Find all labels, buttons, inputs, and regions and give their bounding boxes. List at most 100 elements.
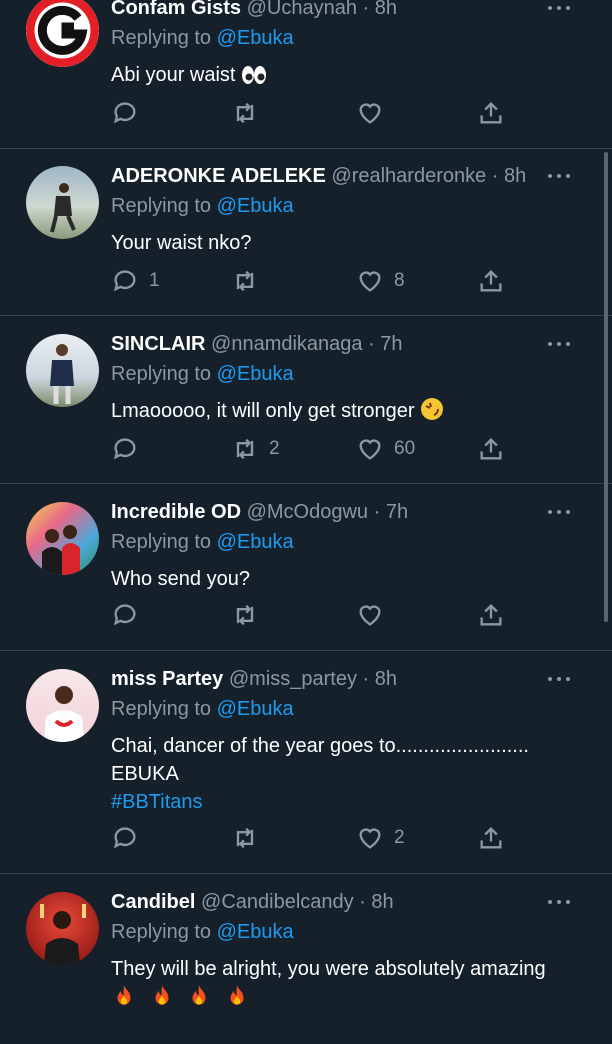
reply-icon — [113, 270, 136, 292]
avatar[interactable] — [26, 502, 99, 575]
tweet-header: Confam Gists @Uchaynah · 8h — [111, 0, 552, 25]
tweet-header: miss Partey @miss_partey · 8h — [111, 668, 552, 696]
avatar[interactable] — [26, 334, 99, 407]
tweet-header: SINCLAIR @nnamdikanaga · 7h — [111, 333, 552, 361]
retweet-button[interactable]: 2 — [231, 434, 280, 464]
mention-link[interactable]: @Ebuka — [217, 363, 294, 385]
user-handle[interactable]: @realharderonke — [331, 165, 486, 187]
display-name[interactable]: Incredible OD — [111, 501, 241, 523]
tweet-body-line-2: EBUKA — [111, 763, 179, 785]
reply-button[interactable] — [111, 600, 149, 630]
tweet-body: Who send you? — [111, 568, 250, 590]
avatar[interactable] — [26, 0, 99, 67]
replying-to-line: Replying to @Ebuka — [111, 921, 294, 944]
retweet-button[interactable] — [231, 266, 269, 296]
display-name[interactable]: ADERONKE ADELEKE — [111, 165, 326, 187]
retweet-button[interactable] — [231, 823, 269, 853]
display-name[interactable]: Candibel — [111, 891, 195, 913]
like-button[interactable]: 8 — [356, 266, 405, 296]
retweet-icon — [236, 270, 254, 292]
tweet-text: They will be alright, you were absolutel… — [111, 955, 582, 1013]
tweet-actions: 2 — [111, 823, 531, 853]
tweet-text: Lmaooooo, it will only get stronger — [111, 397, 582, 429]
reply-tweet[interactable]: SINCLAIR @nnamdikanaga · 7h Replying to … — [0, 316, 612, 484]
reply-button[interactable] — [111, 434, 149, 464]
retweet-icon — [236, 102, 254, 124]
timestamp[interactable]: · 8h — [492, 165, 526, 187]
reply-tweet[interactable]: Candibel @Candibelcandy · 8h Replying to… — [0, 874, 612, 1044]
mention-link[interactable]: @Ebuka — [217, 698, 294, 720]
timestamp[interactable]: · 7h — [368, 333, 402, 355]
avatar[interactable] — [26, 166, 99, 239]
hashtag-link[interactable]: #BBTitans — [111, 788, 582, 816]
heart-icon — [359, 605, 381, 626]
reply-icon — [113, 102, 136, 124]
mention-link[interactable]: @Ebuka — [217, 27, 294, 49]
retweet-button[interactable] — [231, 600, 269, 630]
avatar[interactable] — [26, 892, 99, 965]
timestamp[interactable]: · 7h — [374, 501, 408, 523]
reply-count: 1 — [149, 270, 160, 291]
replying-to-label: Replying to — [111, 698, 212, 720]
reply-tweet[interactable]: ADERONKE ADELEKE @realharderonke · 8h Re… — [0, 148, 612, 316]
more-options-icon[interactable] — [548, 502, 574, 522]
share-button[interactable] — [477, 266, 505, 296]
reply-icon — [113, 604, 136, 626]
tweet-header: Incredible OD @McOdogwu · 7h — [111, 501, 552, 529]
reply-icon — [113, 438, 136, 460]
share-button[interactable] — [477, 434, 505, 464]
replying-to-line: Replying to @Ebuka — [111, 27, 294, 50]
share-button[interactable] — [477, 823, 505, 853]
tweet-body: Lmaooooo, it will only get stronger — [111, 400, 415, 422]
scrollbar[interactable] — [604, 152, 608, 622]
share-icon — [480, 438, 502, 460]
reply-button[interactable]: 1 — [111, 266, 160, 296]
share-icon — [480, 604, 502, 626]
like-button[interactable] — [356, 98, 394, 128]
more-options-icon[interactable] — [548, 0, 574, 18]
reply-button[interactable] — [111, 98, 149, 128]
more-options-icon[interactable] — [548, 892, 574, 912]
eyes-emoji — [241, 65, 267, 93]
tweet-body-line-1: Chai, dancer of the year goes to........… — [111, 735, 529, 757]
retweet-button[interactable] — [231, 98, 269, 128]
replying-to-line: Replying to @Ebuka — [111, 195, 294, 218]
timestamp[interactable]: · 8h — [363, 0, 397, 19]
replying-to-line: Replying to @Ebuka — [111, 698, 294, 721]
tweet-actions — [111, 600, 531, 630]
mention-link[interactable]: @Ebuka — [217, 921, 294, 943]
reply-tweet[interactable]: Incredible OD @McOdogwu · 7h Replying to… — [0, 484, 612, 651]
more-options-icon[interactable] — [548, 166, 574, 186]
user-handle[interactable]: @nnamdikanaga — [211, 333, 363, 355]
timestamp[interactable]: · 8h — [363, 668, 397, 690]
display-name[interactable]: SINCLAIR — [111, 333, 205, 355]
retweet-icon — [236, 604, 254, 626]
avatar[interactable] — [26, 669, 99, 742]
share-button[interactable] — [477, 98, 505, 128]
replying-to-line: Replying to @Ebuka — [111, 363, 294, 386]
like-button[interactable]: 60 — [356, 434, 415, 464]
reply-button[interactable] — [111, 823, 149, 853]
reply-tweet[interactable]: Confam Gists @Uchaynah · 8h Replying to … — [0, 0, 612, 149]
user-handle[interactable]: @Candibelcandy — [201, 891, 354, 913]
timestamp[interactable]: · 8h — [359, 891, 393, 913]
heart-icon — [359, 103, 381, 124]
display-name[interactable]: miss Partey — [111, 668, 223, 690]
more-options-icon[interactable] — [548, 669, 574, 689]
user-handle[interactable]: @McOdogwu — [247, 501, 368, 523]
like-button[interactable] — [356, 600, 394, 630]
replying-to-label: Replying to — [111, 195, 212, 217]
tweet-actions: 1 8 — [111, 266, 531, 296]
more-options-icon[interactable] — [548, 334, 574, 354]
user-handle[interactable]: @Uchaynah — [247, 0, 357, 19]
retweet-icon — [236, 827, 254, 849]
tweet-actions — [111, 98, 531, 128]
mention-link[interactable]: @Ebuka — [217, 195, 294, 217]
mention-link[interactable]: @Ebuka — [217, 531, 294, 553]
share-button[interactable] — [477, 600, 505, 630]
reply-tweet[interactable]: miss Partey @miss_partey · 8h Replying t… — [0, 651, 612, 874]
display-name[interactable]: Confam Gists — [111, 0, 241, 19]
user-handle[interactable]: @miss_partey — [229, 668, 357, 690]
like-button[interactable]: 2 — [356, 823, 405, 853]
tweet-header: ADERONKE ADELEKE @realharderonke · 8h — [111, 165, 552, 193]
